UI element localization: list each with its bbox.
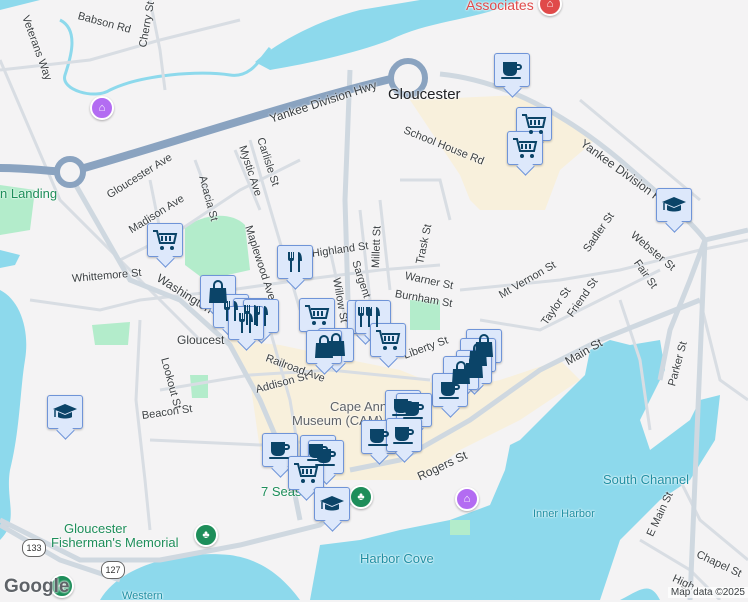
cart-marker[interactable] [507, 131, 543, 165]
graduation-cap-icon [661, 192, 687, 218]
restaurant-icon [282, 249, 308, 275]
route-shield-127: 127 [101, 561, 125, 579]
coffee-icon [437, 377, 463, 403]
coffee-icon [267, 437, 293, 463]
shopping-icon [311, 334, 337, 360]
map-attribution[interactable]: Map data ©2025 [667, 587, 748, 598]
cart-icon [375, 327, 401, 353]
cart-marker[interactable] [370, 323, 406, 357]
shopping-marker[interactable] [306, 330, 342, 364]
cart-icon [152, 227, 178, 253]
cart-marker[interactable] [299, 298, 335, 332]
route-shield-133: 133 [22, 539, 46, 557]
cart-icon [521, 111, 547, 137]
restaurant-marker[interactable] [228, 306, 264, 340]
coffee-marker[interactable] [432, 373, 468, 407]
coffee-icon [391, 422, 417, 448]
park-pin-icon[interactable]: ♣ [349, 485, 373, 509]
water-label-western: Western [122, 590, 163, 602]
cart-icon [304, 302, 330, 328]
cart-icon [293, 460, 319, 486]
graduation-cap-marker[interactable] [47, 395, 83, 429]
poi-label-associates[interactable]: Associates [466, 0, 534, 13]
coffee-icon [366, 424, 392, 450]
poi-label-memorial-line2[interactable]: Fisherman's Memorial [51, 535, 178, 550]
coffee-icon [401, 397, 427, 423]
museum-pin-icon[interactable]: ⌂ [90, 96, 114, 120]
cart-marker[interactable] [288, 456, 324, 490]
google-logo[interactable]: Google [4, 576, 69, 598]
park-pin-icon[interactable]: ♣ [194, 523, 218, 547]
coffee-marker[interactable] [494, 53, 530, 87]
museum-pin-icon[interactable]: ⌂ [455, 487, 479, 511]
restaurant-marker[interactable] [277, 245, 313, 279]
street-label: Millett St [370, 225, 384, 269]
poi-label-museum-line1[interactable]: Cape Ann [330, 399, 387, 414]
city-label: Gloucester [388, 86, 461, 103]
poi-label-landing[interactable]: n Landing [0, 186, 57, 201]
coffee-marker[interactable] [386, 418, 422, 452]
cart-icon [512, 135, 538, 161]
graduation-cap-icon [319, 491, 345, 517]
graduation-cap-marker[interactable] [656, 188, 692, 222]
graduation-cap-marker[interactable] [314, 487, 350, 521]
restaurant-icon [233, 310, 259, 336]
poi-label-memorial-line1[interactable]: Gloucester [64, 521, 127, 536]
rotary-west [54, 156, 86, 188]
water-label-south-channel: South Channel [603, 472, 690, 487]
water-label-inner-harbor: Inner Harbor [533, 508, 595, 520]
cart-marker[interactable] [147, 223, 183, 257]
street-label: Gloucest [177, 333, 225, 347]
water-label-harbor-cove: Harbor Cove [360, 551, 434, 566]
graduation-cap-icon [52, 399, 78, 425]
coffee-icon [499, 57, 525, 83]
